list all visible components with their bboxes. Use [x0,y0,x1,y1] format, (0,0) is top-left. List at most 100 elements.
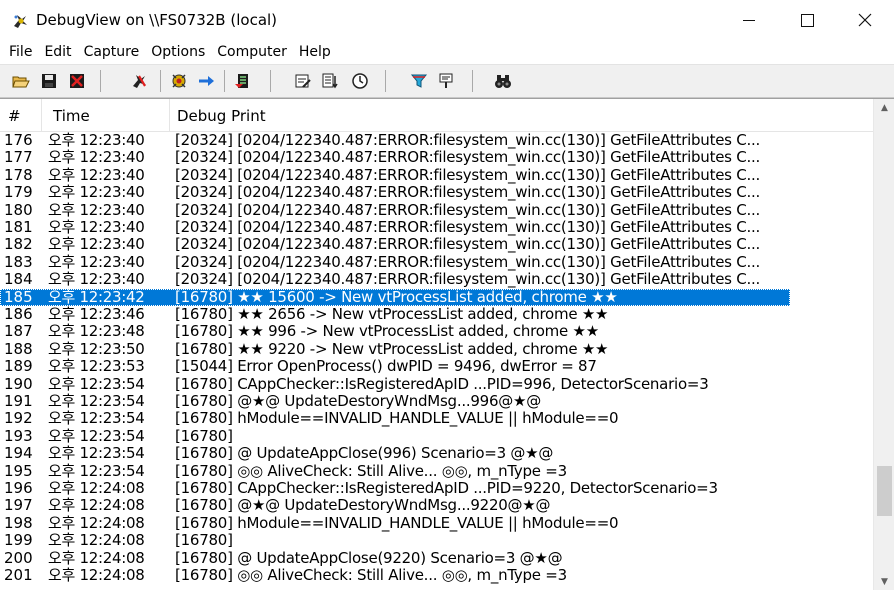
vertical-scrollbar[interactable]: ▲ ▼ [873,99,894,590]
filter-button[interactable] [408,70,430,92]
row-time: 오후 12:23:53 [48,358,145,376]
save-button[interactable] [38,70,60,92]
table-row[interactable]: 192 오후 12:23:54 [16780] hModule==INVALID_H… [0,410,790,427]
table-row[interactable]: 178 오후 12:23:40 [20324] [0204/122340.487:E… [0,167,790,184]
menu-capture[interactable]: Capture [75,42,140,62]
row-time: 오후 12:23:40 [48,271,145,289]
autoscroll-button[interactable] [232,70,254,92]
table-row[interactable]: 191 오후 12:23:54 [16780] @★@ UpdateDestoryW… [0,393,790,410]
row-time: 오후 12:23:54 [48,393,145,410]
table-row[interactable]: 193 오후 12:23:54 [16780] [0,428,790,445]
timer-button[interactable] [349,70,371,92]
table-row[interactable]: 190 오후 12:23:54 [16780] CAppChecker::IsReg… [0,376,790,393]
row-time: 오후 12:23:54 [48,410,145,428]
row-number: 194 [4,445,33,463]
row-debug-message: [16780] @ UpdateAppClose(9220) Scenario=… [175,549,563,567]
show-milliseconds-button[interactable] [319,70,341,92]
toolbar-separator [160,70,161,92]
row-debug-message: [16780] ★★ 996 -> New vtProcessList adde… [175,323,599,341]
table-row-selected[interactable]: 185 오후 12:23:42 [16780] ★★ 15600 -> New vt… [0,288,790,306]
menu-help[interactable]: Help [290,42,331,62]
capture-win32-button[interactable] [128,70,150,92]
clock-time-button[interactable] [292,70,314,92]
list-rows: 176 오후 12:23:40 [20324] [0204/122340.487:E… [0,132,873,590]
capture-kernel-icon [172,74,186,88]
find-button[interactable] [492,70,514,92]
toolbar-separator [224,70,225,92]
debug-output-list[interactable]: # Time Debug Print 176 오후 12:23:40 [20324]… [0,98,894,590]
row-number: 186 [4,306,33,323]
table-row[interactable]: 181 오후 12:23:40 [20324] [0204/122340.487:E… [0,219,790,236]
table-row[interactable]: 200 오후 12:24:08 [16780] @ UpdateAppClose(9… [0,550,790,567]
table-row[interactable]: 184 오후 12:23:40 [20324] [0204/122340.487:E… [0,271,790,288]
row-debug-message: [16780] [175,427,233,445]
row-time: 오후 12:23:40 [48,132,145,149]
clear-icon [70,74,84,88]
table-row[interactable]: 196 오후 12:24:08 [16780] CAppChecker::IsReg… [0,480,790,497]
row-debug-message: [15044] Error OpenProcess() dwPID = 9496… [175,358,597,376]
capture-kernel-button[interactable] [168,70,190,92]
table-row[interactable]: 201 오후 12:24:08 [16780] ◎◎ AliveCheck: Sti… [0,567,790,584]
table-row[interactable]: 188 오후 12:23:50 [16780] ★★ 9220 -> New vtP… [0,341,790,358]
minimize-button[interactable] [720,0,778,40]
column-header-number[interactable]: # [0,99,42,131]
table-row[interactable]: 176 오후 12:23:40 [20324] [0204/122340.487:E… [0,132,790,149]
row-number: 201 [4,567,33,584]
menu-file[interactable]: File [0,42,32,62]
table-row[interactable]: 189 오후 12:23:53 [15044] Error OpenProcess(… [0,358,790,375]
open-folder-icon [12,76,30,88]
row-number: 178 [4,166,33,184]
row-debug-message: [16780] ★★ 2656 -> New vtProcessList add… [175,306,609,323]
maximize-button[interactable] [778,0,836,40]
window-title: DebugView on \\FS0732B (local) [36,11,278,29]
table-row[interactable]: 197 오후 12:24:08 [16780] @★@ UpdateDestoryW… [0,497,790,514]
row-number: 193 [4,427,33,445]
table-row[interactable]: 187 오후 12:23:48 [16780] ★★ 996 -> New vtPr… [0,323,790,340]
menu-edit[interactable]: Edit [35,42,71,62]
table-row[interactable]: 195 오후 12:23:54 [16780] ◎◎ AliveCheck: Sti… [0,463,790,480]
clear-display-button[interactable] [66,70,88,92]
title-bar[interactable]: DebugView on \\FS0732B (local) [0,0,894,40]
table-row[interactable]: 194 오후 12:23:54 [16780] @ UpdateAppClose(9… [0,445,790,462]
table-row[interactable]: 179 오후 12:23:40 [20324] [0204/122340.487:E… [0,184,790,201]
table-row[interactable]: 177 오후 12:23:40 [20324] [0204/122340.487:E… [0,149,790,166]
close-button[interactable] [836,0,894,40]
menu-options[interactable]: Options [142,42,205,62]
table-row[interactable]: 198 오후 12:24:08 [16780] hModule==INVALID_H… [0,515,790,532]
table-row[interactable]: 186 오후 12:23:46 [16780] ★★ 2656 -> New vtP… [0,306,790,323]
row-number: 196 [4,480,33,497]
row-time: 오후 12:23:42 [48,288,145,306]
scrollbar-thumb[interactable] [877,465,892,517]
highlight-button[interactable] [435,70,457,92]
menu-computer[interactable]: Computer [208,42,287,62]
pass-through-button[interactable] [195,70,217,92]
row-number: 198 [4,514,33,532]
table-row[interactable]: 182 오후 12:23:40 [20324] [0204/122340.487:E… [0,236,790,253]
row-number: 179 [4,184,33,202]
row-number: 188 [4,340,33,358]
row-debug-message: [16780] ◎◎ AliveCheck: Still Alive... ◎◎… [175,462,567,480]
row-number: 185 [4,288,33,306]
capture-win32-icon [133,75,146,88]
table-row[interactable]: 183 오후 12:23:40 [20324] [0204/122340.487:E… [0,254,790,271]
column-header-time[interactable]: Time [42,99,170,131]
open-button[interactable] [10,70,32,92]
row-number: 191 [4,393,33,410]
row-time: 오후 12:23:40 [48,201,145,219]
find-binoculars-icon [495,75,511,88]
row-number: 181 [4,219,33,236]
column-header-debug-print[interactable]: Debug Print [170,99,873,131]
row-time: 오후 12:24:08 [48,480,145,497]
table-row[interactable]: 199 오후 12:24:08 [16780] [0,532,790,549]
scroll-up-arrow-icon[interactable]: ▲ [874,99,894,116]
row-debug-message: [16780] @★@ UpdateDestoryWndMsg...996@★@ [175,393,541,410]
row-debug-message: [16780] ◎◎ AliveCheck: Still Alive... ◎◎… [175,567,567,584]
row-time: 오후 12:23:40 [48,253,145,271]
row-time: 오후 12:23:48 [48,323,145,341]
row-debug-message: [16780] hModule==INVALID_HANDLE_VALUE ||… [175,514,619,532]
scroll-down-arrow-icon[interactable]: ▼ [874,573,894,590]
row-number: 190 [4,375,33,393]
row-number: 182 [4,236,33,254]
table-row[interactable]: 180 오후 12:23:40 [20324] [0204/122340.487:E… [0,202,790,219]
row-debug-message: [20324] [0204/122340.487:ERROR:filesyste… [175,271,761,289]
